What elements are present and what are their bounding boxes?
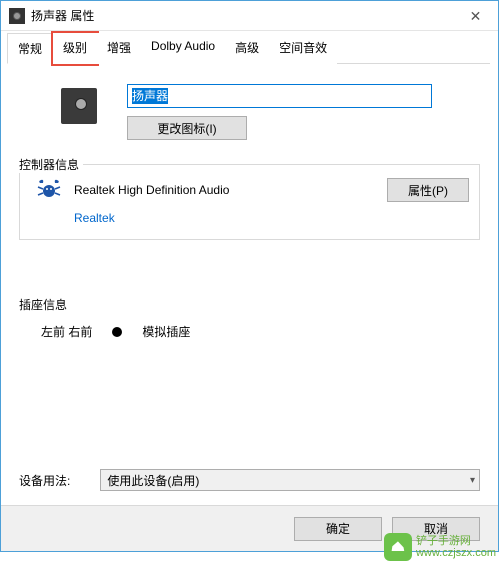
speaker-app-icon <box>9 8 25 24</box>
watermark-icon <box>384 533 412 561</box>
tab-levels[interactable]: 级别 <box>53 33 97 64</box>
device-name-field-wrap: 扬声器 <box>127 84 432 108</box>
vendor-link[interactable]: Realtek <box>74 211 115 225</box>
jack-section: 插座信息 左前 右前 模拟插座 <box>19 296 480 340</box>
device-usage-select[interactable]: 使用此设备(启用) ▾ <box>100 469 480 491</box>
tab-general[interactable]: 常规 <box>7 33 53 64</box>
usage-row: 设备用法: 使用此设备(启用) ▾ <box>19 469 480 491</box>
window-title: 扬声器 属性 <box>31 7 94 24</box>
properties-dialog: 扬声器 属性 ✕ 常规 级别 增强 Dolby Audio 高级 空间音效 扬声… <box>0 0 499 552</box>
watermark-line1: 铲子手游网 <box>416 535 496 547</box>
device-row: 扬声器 更改图标(I) <box>19 84 480 140</box>
controller-row: Realtek High Definition Audio 属性(P) <box>30 177 469 203</box>
watermark: 铲子手游网 www.czjszx.com <box>384 533 496 561</box>
tab-spatial[interactable]: 空间音效 <box>269 33 337 64</box>
controller-legend: 控制器信息 <box>19 156 83 173</box>
jack-row: 左前 右前 模拟插座 <box>41 323 480 340</box>
tab-bar: 常规 级别 增强 Dolby Audio 高级 空间音效 <box>1 31 498 64</box>
tab-enhancements[interactable]: 增强 <box>97 33 141 64</box>
jack-type: 模拟插座 <box>142 323 190 340</box>
tab-advanced[interactable]: 高级 <box>225 33 269 64</box>
usage-label: 设备用法: <box>19 472 70 489</box>
controller-properties-button[interactable]: 属性(P) <box>387 178 469 202</box>
controller-fieldset: 控制器信息 Realtek High Definition Audio 属性(P… <box>19 164 480 240</box>
tab-dolby[interactable]: Dolby Audio <box>141 33 225 64</box>
close-button[interactable]: ✕ <box>453 1 498 31</box>
realtek-crab-icon <box>36 177 62 203</box>
watermark-line2: www.czjszx.com <box>416 547 496 559</box>
usage-selected-text: 使用此设备(启用) <box>107 472 199 489</box>
tab-content: 扬声器 更改图标(I) 控制器信息 Realtek H <box>1 64 498 350</box>
device-name-input[interactable]: 扬声器 <box>132 88 168 104</box>
ok-button[interactable]: 确定 <box>294 517 382 541</box>
jack-legend: 插座信息 <box>19 296 480 313</box>
jack-color-dot <box>112 327 122 337</box>
controller-name: Realtek High Definition Audio <box>74 183 229 197</box>
close-icon: ✕ <box>470 8 482 25</box>
titlebar: 扬声器 属性 ✕ <box>1 1 498 31</box>
chevron-down-icon: ▾ <box>470 475 475 486</box>
change-icon-button[interactable]: 更改图标(I) <box>127 116 247 140</box>
speaker-icon <box>61 88 97 124</box>
jack-position: 左前 右前 <box>41 323 92 340</box>
